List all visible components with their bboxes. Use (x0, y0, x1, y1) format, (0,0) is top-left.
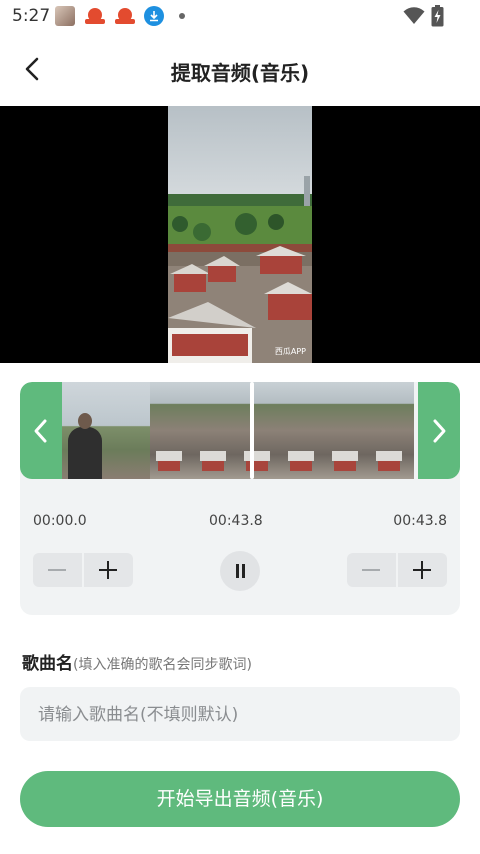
end-increase-button[interactable] (398, 553, 447, 587)
trim-panel: 00:00.0 00:43.8 00:43.8 (20, 382, 460, 615)
photo-notification-icon (55, 6, 75, 26)
status-bar: 5:27 (0, 0, 480, 32)
song-name-hint: (填入准确的歌名会同步歌词) (73, 657, 252, 673)
end-decrease-button[interactable] (347, 553, 396, 587)
status-time: 5:27 (12, 6, 51, 26)
filmstrip-frame (194, 382, 238, 479)
wifi-icon (403, 7, 425, 24)
song-name-title: 歌曲名 (22, 654, 73, 674)
page-title: 提取音频(音乐) (170, 61, 310, 85)
playhead-marker[interactable] (250, 382, 254, 479)
start-increase-button[interactable] (84, 553, 133, 587)
video-watermark: 西瓜APP (274, 347, 306, 356)
more-notifications-dot (179, 13, 185, 19)
filmstrip-frame (282, 382, 326, 479)
current-time: 00:43.8 (209, 513, 263, 529)
battery-charging-icon (431, 5, 444, 27)
pause-button[interactable] (220, 551, 260, 591)
start-time: 00:00.0 (33, 513, 87, 529)
trim-end-handle[interactable] (418, 382, 460, 479)
filmstrip[interactable] (20, 382, 460, 479)
chevron-left-icon (34, 419, 47, 443)
filmstrip-frame (106, 382, 150, 479)
end-time: 00:43.8 (393, 513, 447, 529)
song-name-input[interactable] (36, 687, 448, 743)
video-frame: 西瓜APP (168, 106, 312, 363)
song-name-label: 歌曲名(填入准确的歌名会同步歌词) (22, 649, 252, 674)
chevron-right-icon (433, 419, 446, 443)
page-header: 提取音频(音乐) (0, 40, 480, 100)
trim-start-handle[interactable] (20, 382, 62, 479)
start-time-stepper (33, 553, 133, 587)
end-time-stepper (347, 553, 447, 587)
song-name-field[interactable] (20, 687, 460, 743)
filmstrip-frame (370, 382, 414, 479)
video-frame-image (168, 106, 312, 363)
filmstrip-frame (62, 382, 106, 479)
export-audio-button[interactable]: 开始导出音频(音乐) (20, 771, 460, 827)
start-decrease-button[interactable] (33, 553, 82, 587)
video-preview[interactable]: 西瓜APP (0, 106, 480, 363)
app-notification-icon (115, 6, 135, 26)
filmstrip-frame (150, 382, 194, 479)
download-icon (144, 6, 164, 26)
filmstrip-frame (238, 382, 282, 479)
app-notification-icon (85, 6, 105, 26)
time-readouts: 00:00.0 00:43.8 00:43.8 (20, 513, 460, 533)
filmstrip-frame (326, 382, 370, 479)
